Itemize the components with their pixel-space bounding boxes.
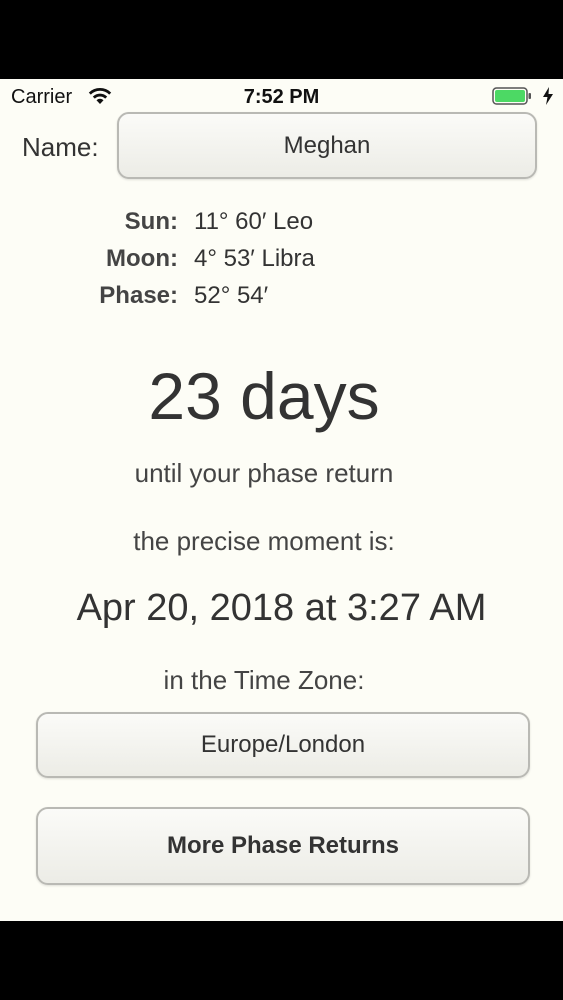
sun-value: 11° 60′ Leo xyxy=(194,208,314,235)
phase-value: 52° 54′ xyxy=(194,282,269,309)
status-bar: Carrier 7:52 PM xyxy=(0,79,563,115)
sun-position-row: Sun: 11° 60′ Leo xyxy=(0,208,563,244)
days-remaining: 23 days xyxy=(148,359,380,433)
letterbox-top xyxy=(0,0,563,79)
timezone-caption: in the Time Zone: xyxy=(163,665,365,695)
letterbox-bottom xyxy=(0,921,563,1000)
moon-value: 4° 53′ Libra xyxy=(194,245,315,272)
sun-label: Sun: xyxy=(124,208,178,235)
moon-position-row: Moon: 4° 53′ Libra xyxy=(0,245,563,281)
more-phase-returns-button[interactable]: More Phase Returns xyxy=(36,807,530,885)
battery-charging-icon xyxy=(492,87,531,105)
phase-position-row: Phase: 52° 54′ xyxy=(0,282,563,318)
moon-label: Moon: xyxy=(106,245,178,272)
moment-caption: the precise moment is: xyxy=(133,526,395,556)
days-caption: until your phase return xyxy=(134,458,394,488)
name-field[interactable]: Meghan xyxy=(117,112,537,179)
timezone-button[interactable]: Europe/London xyxy=(36,712,530,778)
clock-time: 7:52 PM xyxy=(243,86,320,108)
app-screen: Carrier 7:52 PM Name: Meghan Sun: 11° 60… xyxy=(0,79,563,921)
phase-label: Phase: xyxy=(99,282,178,309)
return-moment: Apr 20, 2018 at 3:27 AM xyxy=(76,587,487,629)
charging-bolt-icon xyxy=(543,87,553,105)
name-label: Name: xyxy=(22,132,99,162)
